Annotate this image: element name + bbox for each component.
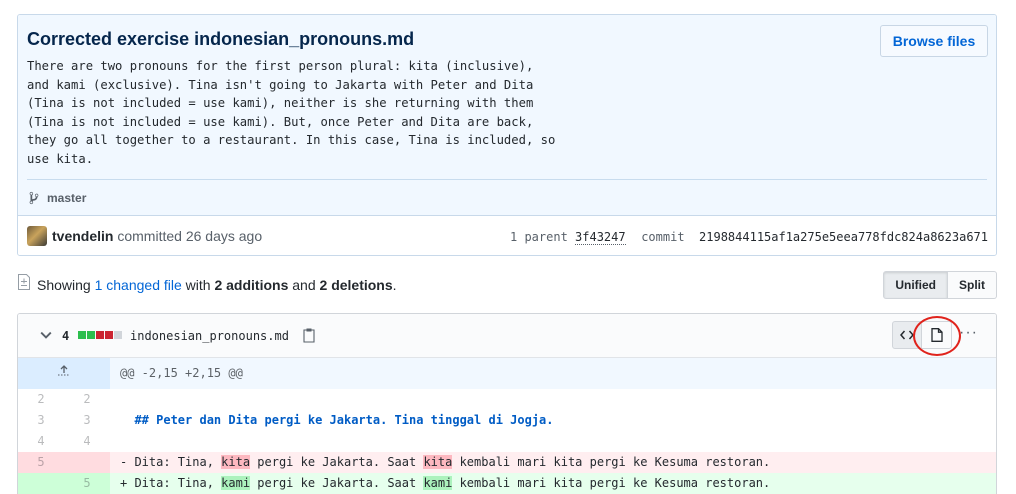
new-line-number[interactable]: 2 xyxy=(64,389,110,410)
diff-table: @@ -2,15 +2,15 @@ 22 33 ## Peter dan Dit… xyxy=(18,358,996,494)
diffstat-block-add xyxy=(87,331,95,339)
code-line: + Dita: Tina, kami pergi ke Jakarta. Saa… xyxy=(110,473,996,494)
old-line-number[interactable]: 3 xyxy=(18,410,64,431)
code-text: kembali mari kita pergi ke Kesuma restor… xyxy=(452,476,771,490)
old-line-number[interactable]: 2 xyxy=(18,389,64,410)
diffstat-block-add xyxy=(78,331,86,339)
diffstat-blocks xyxy=(78,331,122,339)
commit-author-line: tvendelin committed 26 days ago xyxy=(52,228,262,244)
change-count: 4 xyxy=(62,329,70,343)
committed-time: committed 26 days ago xyxy=(117,228,263,244)
line-prefix xyxy=(120,392,127,406)
file-diff-icon xyxy=(18,274,30,290)
commit-header: Corrected exercise indonesian_pronouns.m… xyxy=(18,15,996,215)
summary-with: with xyxy=(185,277,211,293)
summary-and: and xyxy=(292,277,316,293)
unified-button[interactable]: Unified xyxy=(883,271,948,299)
old-line-number[interactable]: 4 xyxy=(18,431,64,452)
avatar[interactable] xyxy=(27,226,47,246)
old-line-number[interactable]: 5 xyxy=(18,452,64,473)
code-text: ## Peter dan Dita pergi ke Jakarta. Tina… xyxy=(127,413,554,427)
code-text: Dita: Tina, xyxy=(127,476,222,490)
diff-summary: Showing 1 changed file with 2 additions … xyxy=(37,277,397,293)
diff-toolbar: Showing 1 changed file with 2 additions … xyxy=(17,270,997,300)
chevron-down-icon[interactable] xyxy=(40,329,52,341)
new-line-number[interactable]: 5 xyxy=(64,473,110,494)
parent-label: 1 parent xyxy=(510,230,568,244)
code-line: ## Peter dan Dita pergi ke Jakarta. Tina… xyxy=(110,410,996,431)
parent-info: 1 parent 3f43247 xyxy=(510,230,626,245)
hunk-header-row: @@ -2,15 +2,15 @@ xyxy=(18,358,996,389)
author-link[interactable]: tvendelin xyxy=(52,228,113,244)
code-icon xyxy=(900,330,914,340)
new-line-number[interactable]: 4 xyxy=(64,431,110,452)
clipboard-icon[interactable] xyxy=(303,327,315,343)
commit-meta: tvendelin committed 26 days ago 1 parent… xyxy=(18,215,996,255)
parent-sha-link[interactable]: 3f43247 xyxy=(575,230,626,245)
branch-name[interactable]: master xyxy=(47,191,86,205)
code-text: kembali mari kita pergi ke Kesuma restor… xyxy=(452,455,771,469)
diff-line-ctx: 22 xyxy=(18,389,996,410)
diff-file: 4 indonesian_pronouns.md ··· @@ -2,15 +2… xyxy=(17,313,997,494)
git-branch-icon xyxy=(29,191,39,204)
diff-line-ctx: 33 ## Peter dan Dita pergi ke Jakarta. T… xyxy=(18,410,996,431)
summary-showing: Showing xyxy=(37,277,91,293)
browse-files-button[interactable]: Browse files xyxy=(880,25,988,57)
split-button[interactable]: Split xyxy=(948,271,997,299)
diff-line-add: 5 + Dita: Tina, kami pergi ke Jakarta. Sa… xyxy=(18,473,996,494)
line-prefix xyxy=(120,434,127,448)
code-line: - Dita: Tina, kita pergi ke Jakarta. Saa… xyxy=(110,452,996,473)
summary-period: . xyxy=(392,277,397,293)
new-line-number[interactable] xyxy=(64,452,110,473)
code-line xyxy=(110,389,996,410)
commit-sha-info: commit 2198844115af1a275e5eea778fdc824a8… xyxy=(641,230,988,244)
view-toggle: Unified Split xyxy=(883,271,997,299)
hunk-header: @@ -2,15 +2,15 @@ xyxy=(110,358,996,389)
changed-word: kami xyxy=(221,476,251,490)
code-text: pergi ke Jakarta. Saat xyxy=(250,476,424,490)
diff-line-del: 5 - Dita: Tina, kita pergi ke Jakarta. Sa… xyxy=(18,452,996,473)
file-header: 4 indonesian_pronouns.md ··· xyxy=(18,314,996,358)
additions-count: 2 additions xyxy=(214,277,289,293)
new-line-number[interactable]: 3 xyxy=(64,410,110,431)
commit-title: Corrected exercise indonesian_pronouns.m… xyxy=(27,29,415,49)
changed-files-link[interactable]: 1 changed file xyxy=(95,277,182,293)
branch-row: master xyxy=(27,179,987,215)
annotation-circle xyxy=(913,316,961,356)
expand-up-icon[interactable] xyxy=(18,358,110,389)
code-line xyxy=(110,431,996,452)
more-options-icon[interactable]: ··· xyxy=(959,324,978,342)
changed-word: kami xyxy=(423,476,453,490)
old-line-number[interactable] xyxy=(18,473,64,494)
diffstat-block-del xyxy=(96,331,104,339)
commit-sha: 2198844115af1a275e5eea778fdc824a8623a671 xyxy=(699,230,988,244)
changed-word: kita xyxy=(221,455,251,469)
file-name[interactable]: indonesian_pronouns.md xyxy=(130,329,289,343)
commit-label: commit xyxy=(641,230,685,244)
diffstat-block-neutral xyxy=(114,331,122,339)
changed-word: kita xyxy=(423,455,453,469)
deletions-count: 2 deletions xyxy=(319,277,393,293)
diff-line-ctx: 44 xyxy=(18,431,996,452)
code-text: Dita: Tina, xyxy=(127,455,222,469)
commit-box: Corrected exercise indonesian_pronouns.m… xyxy=(17,14,997,256)
commit-description: There are two pronouns for the first per… xyxy=(27,59,556,166)
code-text: pergi ke Jakarta. Saat xyxy=(250,455,424,469)
diffstat-block-del xyxy=(105,331,113,339)
